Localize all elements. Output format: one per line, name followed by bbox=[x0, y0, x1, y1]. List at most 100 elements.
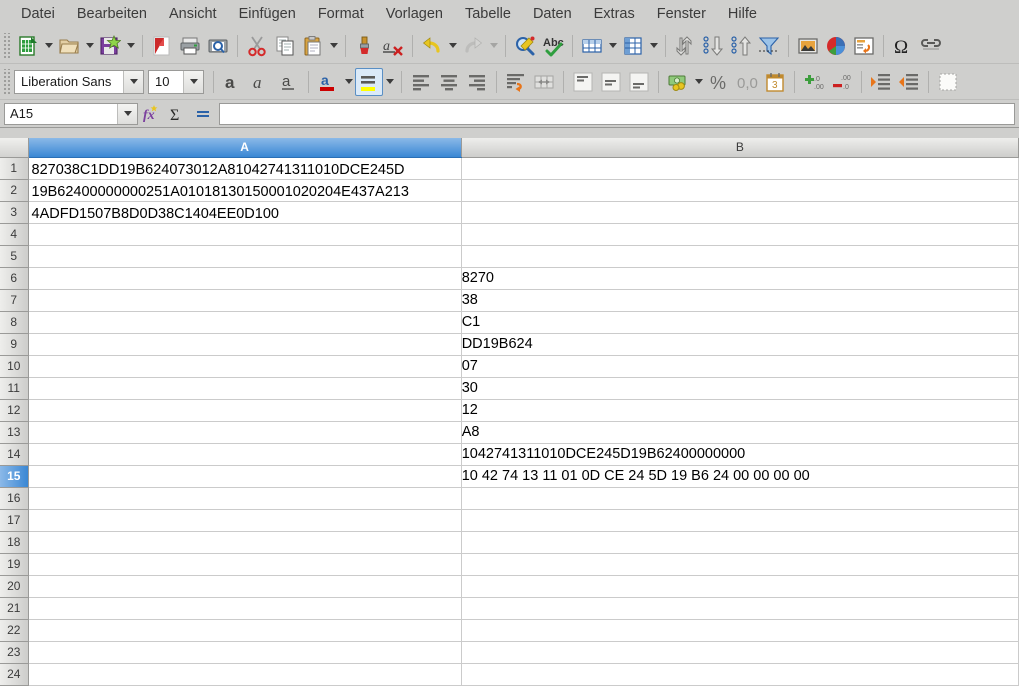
row-header[interactable]: 18 bbox=[0, 531, 28, 553]
row-header[interactable]: 6 bbox=[0, 267, 28, 289]
column-header-a[interactable]: A bbox=[28, 138, 461, 157]
row-header[interactable]: 20 bbox=[0, 575, 28, 597]
cell-A12[interactable] bbox=[28, 399, 461, 421]
row-header[interactable]: 2 bbox=[0, 179, 28, 201]
row-header[interactable]: 10 bbox=[0, 355, 28, 377]
font-color-dropdown[interactable] bbox=[342, 68, 355, 96]
increase-indent-icon[interactable] bbox=[867, 68, 895, 96]
undo-dropdown[interactable] bbox=[446, 32, 459, 60]
row-header[interactable]: 13 bbox=[0, 421, 28, 443]
menu-hilfe[interactable]: Hilfe bbox=[717, 3, 768, 25]
spelling-icon[interactable]: Abc bbox=[539, 32, 567, 60]
cell-A9[interactable] bbox=[28, 333, 461, 355]
currency-format-dropdown[interactable] bbox=[692, 68, 705, 96]
cell-B3[interactable] bbox=[461, 201, 1018, 223]
cell-A19[interactable] bbox=[28, 553, 461, 575]
redo-dropdown[interactable] bbox=[487, 32, 500, 60]
function-wizard-icon[interactable]: fx bbox=[138, 102, 164, 126]
cell-B14[interactable]: 1042741311010DCE245D19B62400000000 bbox=[461, 443, 1018, 465]
align-left-icon[interactable] bbox=[407, 68, 435, 96]
new-document-icon[interactable] bbox=[14, 32, 42, 60]
cell-A17[interactable] bbox=[28, 509, 461, 531]
cell-B8[interactable]: C1 bbox=[461, 311, 1018, 333]
cell-A23[interactable] bbox=[28, 641, 461, 663]
row-header[interactable]: 11 bbox=[0, 377, 28, 399]
cell-B2[interactable] bbox=[461, 179, 1018, 201]
menu-extras[interactable]: Extras bbox=[583, 3, 646, 25]
cell-A15-selected[interactable] bbox=[28, 465, 461, 487]
sort-descending-icon[interactable] bbox=[727, 32, 755, 60]
cell-B5[interactable] bbox=[461, 245, 1018, 267]
cell-A11[interactable] bbox=[28, 377, 461, 399]
cell-A18[interactable] bbox=[28, 531, 461, 553]
row-header[interactable]: 9 bbox=[0, 333, 28, 355]
percent-format-icon[interactable]: % bbox=[705, 68, 733, 96]
clear-formatting-icon[interactable]: a bbox=[379, 32, 407, 60]
menu-datei[interactable]: Datei bbox=[10, 3, 66, 25]
row-header[interactable]: 16 bbox=[0, 487, 28, 509]
cell-B15[interactable]: 10 42 74 13 11 01 0D CE 24 5D 19 B6 24 0… bbox=[461, 465, 1018, 487]
insert-textbox-icon[interactable] bbox=[850, 32, 878, 60]
cell-A20[interactable] bbox=[28, 575, 461, 597]
cell-A14[interactable] bbox=[28, 443, 461, 465]
select-all-corner[interactable] bbox=[0, 138, 28, 157]
cell-B1[interactable] bbox=[461, 157, 1018, 179]
autofilter-icon[interactable] bbox=[755, 32, 783, 60]
decrease-indent-icon[interactable] bbox=[895, 68, 923, 96]
formula-icon[interactable] bbox=[190, 102, 216, 126]
row-header[interactable]: 14 bbox=[0, 443, 28, 465]
cell-A24[interactable] bbox=[28, 663, 461, 685]
cell-B18[interactable] bbox=[461, 531, 1018, 553]
row-dropdown[interactable] bbox=[606, 32, 619, 60]
cell-B19[interactable] bbox=[461, 553, 1018, 575]
underline-icon[interactable]: a bbox=[275, 68, 303, 96]
export-pdf-icon[interactable] bbox=[148, 32, 176, 60]
toolbar-grip[interactable] bbox=[2, 33, 11, 59]
align-center-icon[interactable] bbox=[435, 68, 463, 96]
cut-icon[interactable] bbox=[243, 32, 271, 60]
cell-B10[interactable]: 07 bbox=[461, 355, 1018, 377]
save-document-icon[interactable] bbox=[96, 32, 124, 60]
number-format-icon[interactable]: 0,0 bbox=[733, 68, 761, 96]
cell-B4[interactable] bbox=[461, 223, 1018, 245]
cell-B23[interactable] bbox=[461, 641, 1018, 663]
align-middle-icon[interactable] bbox=[597, 68, 625, 96]
cell-A1[interactable]: 827038C1DD19B624073012A81042741311010DCE… bbox=[28, 157, 461, 179]
cell-B9[interactable]: DD19B624 bbox=[461, 333, 1018, 355]
menu-daten[interactable]: Daten bbox=[522, 3, 583, 25]
date-format-icon[interactable]: 3 bbox=[761, 68, 789, 96]
cell-B7[interactable]: 38 bbox=[461, 289, 1018, 311]
menu-einfuegen[interactable]: Einfügen bbox=[228, 3, 307, 25]
special-character-icon[interactable]: Ω bbox=[889, 32, 917, 60]
sort-ascending-icon[interactable] bbox=[699, 32, 727, 60]
add-decimal-icon[interactable]: .0 .00 bbox=[800, 68, 828, 96]
name-box[interactable]: A15 bbox=[4, 103, 138, 125]
clone-formatting-icon[interactable] bbox=[351, 32, 379, 60]
cell-A22[interactable] bbox=[28, 619, 461, 641]
menu-ansicht[interactable]: Ansicht bbox=[158, 3, 228, 25]
merge-cells-icon[interactable] bbox=[530, 68, 558, 96]
cell-B11[interactable]: 30 bbox=[461, 377, 1018, 399]
open-document-dropdown[interactable] bbox=[83, 32, 96, 60]
cell-A7[interactable] bbox=[28, 289, 461, 311]
borders-icon[interactable] bbox=[934, 68, 962, 96]
font-size-dropdown[interactable] bbox=[183, 71, 203, 93]
open-document-icon[interactable] bbox=[55, 32, 83, 60]
row-icon[interactable] bbox=[578, 32, 606, 60]
insert-chart-icon[interactable] bbox=[822, 32, 850, 60]
save-document-dropdown[interactable] bbox=[124, 32, 137, 60]
cell-B21[interactable] bbox=[461, 597, 1018, 619]
row-header[interactable]: 12 bbox=[0, 399, 28, 421]
cell-B12[interactable]: 12 bbox=[461, 399, 1018, 421]
find-replace-icon[interactable] bbox=[511, 32, 539, 60]
cell-A5[interactable] bbox=[28, 245, 461, 267]
row-header[interactable]: 8 bbox=[0, 311, 28, 333]
formula-input-line[interactable] bbox=[219, 103, 1015, 125]
menu-vorlagen[interactable]: Vorlagen bbox=[375, 3, 454, 25]
align-top-icon[interactable] bbox=[569, 68, 597, 96]
copy-icon[interactable] bbox=[271, 32, 299, 60]
row-header-selected[interactable]: 15 bbox=[0, 465, 28, 487]
cell-A13[interactable] bbox=[28, 421, 461, 443]
insert-image-icon[interactable] bbox=[794, 32, 822, 60]
cell-B13[interactable]: A8 bbox=[461, 421, 1018, 443]
